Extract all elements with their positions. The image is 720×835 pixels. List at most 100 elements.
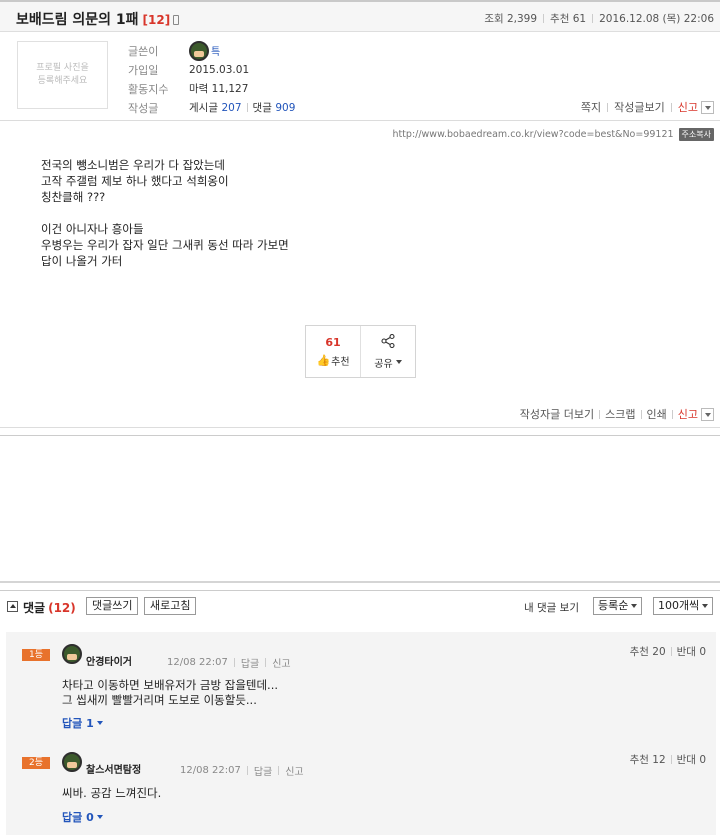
- recommend-button[interactable]: 61 👍 추천: [306, 326, 361, 377]
- comment-nick[interactable]: 찰스서면탐정: [86, 761, 141, 776]
- posts-count-link[interactable]: 207: [221, 102, 241, 114]
- author-avatar[interactable]: [189, 40, 209, 61]
- comment-time: 12/08 22:07: [180, 765, 241, 776]
- upvote-count: 12: [652, 753, 666, 766]
- profile-actions: 쪽지 작성글보기 신고: [581, 99, 714, 115]
- comment-line: 차타고 이동하면 보배유저가 금방 잡을텐데...: [62, 678, 279, 692]
- profile-info: 글쓴이 특 가입일 2015.03.01 활동지수 마력 11,127 작성글 게시글 …: [128, 40, 295, 117]
- report-link-bottom[interactable]: 신고: [678, 406, 698, 422]
- share-button[interactable]: 공유: [361, 326, 415, 377]
- divider: [0, 590, 720, 591]
- comments-title-text: 댓글: [23, 601, 46, 615]
- comments-count: (12): [48, 601, 76, 615]
- my-comments-link[interactable]: 내 댓글 보기: [524, 600, 579, 615]
- message-link[interactable]: 쪽지: [581, 99, 601, 115]
- reply-link[interactable]: 답글: [254, 763, 272, 778]
- refresh-button[interactable]: 새로고침: [144, 597, 197, 615]
- rank-badge: 2등: [22, 757, 50, 769]
- rank-badge: 1등: [22, 649, 50, 661]
- comments-title: 댓글 (12): [23, 599, 76, 616]
- view-posts-link[interactable]: 작성글보기: [614, 99, 665, 115]
- post-body-line: 이건 아니자나 흥아들: [41, 222, 144, 236]
- divider: [0, 581, 720, 583]
- post-url: http://www.bobaedream.co.kr/view?code=be…: [392, 128, 714, 141]
- replies-toggle[interactable]: 답글 0: [62, 809, 103, 825]
- author-nick[interactable]: 특: [211, 43, 220, 58]
- upvote-label[interactable]: 추천: [630, 644, 649, 659]
- comment-meta: 12/08 22:07 답글 신고: [180, 763, 304, 778]
- print-link[interactable]: 인쇄: [647, 406, 667, 422]
- post-body-line: 칭찬클해 ???: [41, 190, 106, 204]
- more-posts-link[interactable]: 작성자글 더보기: [520, 406, 594, 422]
- thumbs-up-icon: 👍: [316, 353, 331, 367]
- joined-date: 2015.03.01: [189, 63, 250, 76]
- share-button-label: 공유: [374, 358, 393, 370]
- joined-label: 가입일: [128, 63, 159, 77]
- report-link[interactable]: 신고: [285, 763, 303, 778]
- scrap-link[interactable]: 스크랩: [605, 406, 635, 422]
- recommend-count-display: 61: [325, 335, 341, 349]
- author-label: 글쓴이: [128, 44, 159, 58]
- recommend-count: 61: [572, 13, 587, 25]
- views-count: 2,399: [506, 13, 538, 25]
- caret-down-icon: [96, 815, 103, 819]
- post-meta: 조회 2,399 추천 61 2016.12.08 (목) 22:06: [484, 11, 714, 26]
- chevron-down-icon[interactable]: [701, 407, 714, 421]
- recommend-share-box: 61 👍 추천 공유: [305, 325, 416, 378]
- post-body-line: [41, 205, 289, 221]
- author-profile: 프로필 사진을 등록해주세요 글쓴이 특 가입일 2015.03.01 활동지수 마력…: [0, 33, 720, 121]
- copy-url-button[interactable]: 주소복사: [678, 128, 714, 141]
- per-page-value: 100개씩: [658, 599, 700, 612]
- caret-down-icon: [96, 721, 103, 725]
- page-title: 보배드림 의문의 1패 [12]: [16, 9, 180, 29]
- comments-header: 댓글 (12) 댓글쓰기 새로고침 내 댓글 보기 등록순 100개씩: [0, 596, 720, 620]
- post-title-bar: 보배드림 의문의 1패 [12] 조회 2,399 추천 61 2016.12.08 …: [0, 0, 720, 32]
- collapse-icon[interactable]: [7, 601, 18, 612]
- comment-line: 그 씹새끼 빨빨거리며 도보로 이동할듯...: [62, 693, 257, 707]
- mobile-icon: [173, 15, 180, 25]
- replies-toggle[interactable]: 답글 1: [62, 715, 103, 731]
- replies-label: 답글: [62, 811, 83, 824]
- chevron-down-icon[interactable]: [701, 100, 714, 114]
- comments-list: 1등 안경타이거 12/08 22:07 답글 신고 추천 20 반대 0 차타고 이…: [6, 632, 716, 835]
- posts-prefix: 게시글: [189, 102, 218, 114]
- profile-photo-placeholder: 프로필 사진을 등록해주세요: [17, 41, 108, 109]
- recommend-button-label: 추천: [331, 356, 350, 368]
- replies-count: 0: [86, 810, 94, 824]
- per-page-select[interactable]: 100개씩: [653, 597, 714, 615]
- comment-votes: 추천 20 반대 0: [630, 644, 706, 659]
- photo-text-1: 프로필 사진을: [36, 63, 89, 73]
- downvote-label[interactable]: 반대: [677, 644, 696, 659]
- downvote-count: 0: [699, 645, 706, 658]
- comment-nick[interactable]: 안경타이거: [86, 653, 132, 668]
- avatar[interactable]: [62, 752, 82, 772]
- post-comment-count[interactable]: [12]: [143, 13, 171, 27]
- recommend-label: 추천: [550, 13, 570, 25]
- photo-text-2: 등록해주세요: [37, 76, 88, 86]
- post-body-line: 답이 나올거 가터: [41, 254, 123, 268]
- write-comment-button[interactable]: 댓글쓰기: [86, 597, 139, 615]
- post-bottom-actions: 작성자글 더보기 스크랩 인쇄 신고: [520, 406, 714, 422]
- replies-count: 1: [86, 716, 94, 730]
- replies-label: 답글: [62, 717, 83, 730]
- downvote-label[interactable]: 반대: [677, 752, 696, 767]
- comment-meta: 12/08 22:07 답글 신고: [167, 655, 291, 670]
- post-body-line: 전국의 뺑소니범은 우리가 다 잡았는데: [41, 158, 225, 172]
- post-datetime: 2016.12.08 (목) 22:06: [599, 13, 714, 25]
- comments-count-link[interactable]: 909: [275, 102, 295, 114]
- posts-label: 작성글: [128, 101, 159, 115]
- sort-select[interactable]: 등록순: [593, 597, 643, 615]
- caret-down-icon: [631, 604, 638, 608]
- comment-votes: 추천 12 반대 0: [630, 752, 706, 767]
- avatar[interactable]: [62, 644, 82, 664]
- divider: [0, 435, 720, 436]
- caret-down-icon: [702, 604, 709, 608]
- reply-link[interactable]: 답글: [241, 655, 259, 670]
- report-link[interactable]: 신고: [678, 99, 698, 115]
- caret-down-icon: [395, 360, 402, 364]
- activity-label: 활동지수: [128, 82, 169, 96]
- comment-text: 씨바. 공감 느껴진다.: [62, 786, 161, 801]
- upvote-label[interactable]: 추천: [630, 752, 649, 767]
- report-link[interactable]: 신고: [272, 655, 290, 670]
- post-title: 보배드림 의문의 1패: [16, 12, 139, 28]
